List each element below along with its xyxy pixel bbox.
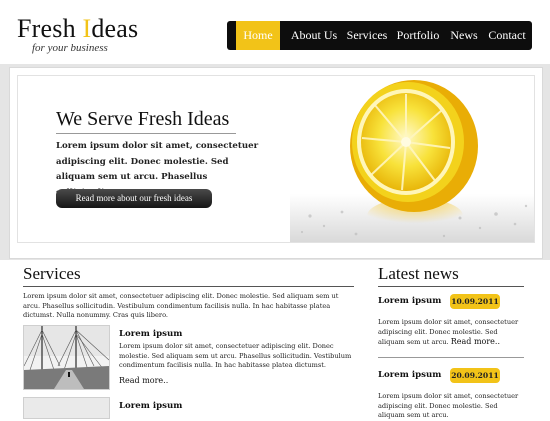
nav-portfolio[interactable]: Portfolio: [394, 21, 442, 50]
news-date-badge: 10.09.2011: [450, 294, 500, 309]
service-text: Lorem ipsum dolor sit amet, consectetuer…: [119, 342, 352, 370]
logo-text-accent: I: [82, 14, 92, 43]
news-date-badge: 20.09.2011: [450, 368, 500, 383]
service-photo: [23, 397, 110, 419]
site-tagline: for your business: [32, 42, 108, 54]
news-item: Lorem ipsum 20.09.2011 Lorem ipsum dolor…: [378, 368, 524, 421]
news-title[interactable]: Lorem ipsum: [378, 296, 441, 306]
services-divider: [23, 286, 354, 287]
service-item: Lorem ipsum: [23, 397, 354, 419]
hero-divider: [56, 133, 236, 134]
service-title[interactable]: Lorem ipsum: [119, 401, 182, 411]
services-heading: Services: [23, 264, 81, 283]
hero-title: We Serve Fresh Ideas: [56, 108, 230, 130]
news-heading: Latest news: [378, 264, 459, 283]
service-title[interactable]: Lorem ipsum: [119, 329, 359, 339]
nav-home[interactable]: Home: [236, 21, 280, 50]
news-separator: [378, 357, 524, 358]
lemon-image: [290, 76, 534, 242]
news-read-more-link[interactable]: Read more..: [451, 337, 500, 346]
logo-text-c: deas: [91, 14, 139, 43]
news-text: Lorem ipsum dolor sit amet, consectetuer…: [378, 392, 519, 420]
service-item: Lorem ipsum Lorem ipsum dolor sit amet, …: [23, 325, 354, 391]
nav-news[interactable]: News: [447, 21, 481, 50]
nav-about-us[interactable]: About Us: [286, 21, 342, 50]
news-header: Lorem ipsum 10.09.2011: [378, 294, 524, 310]
site-logo[interactable]: Fresh Ideas: [17, 14, 138, 44]
services-intro: Lorem ipsum dolor sit amet, consectetuer…: [23, 292, 339, 320]
hero-read-more-button[interactable]: Read more about our fresh ideas: [56, 189, 212, 208]
bridge-photo: [23, 325, 110, 390]
news-header: Lorem ipsum 20.09.2011: [378, 368, 524, 384]
service-body: Lorem ipsum Lorem ipsum dolor sit amet, …: [119, 329, 359, 385]
news-title[interactable]: Lorem ipsum: [378, 370, 441, 380]
nav-contact[interactable]: Contact: [485, 21, 529, 50]
bridge-illustration: [24, 326, 109, 389]
header: Fresh Ideas for your business Home About…: [0, 0, 550, 64]
hero-panel: We Serve Fresh Ideas Lorem ipsum dolor s…: [17, 75, 535, 243]
news-item: Lorem ipsum 10.09.2011 Lorem ipsum dolor…: [378, 294, 524, 348]
lemon-illustration: [290, 76, 534, 242]
main-nav: Home About Us Services Portfolio News Co…: [227, 21, 532, 50]
nav-services[interactable]: Services: [344, 21, 390, 50]
service-read-more-link[interactable]: Read more..: [119, 376, 359, 385]
news-divider: [378, 286, 524, 287]
logo-text-a: Fresh: [17, 14, 83, 43]
news-text: Lorem ipsum dolor sit amet, consectetuer…: [378, 318, 524, 348]
